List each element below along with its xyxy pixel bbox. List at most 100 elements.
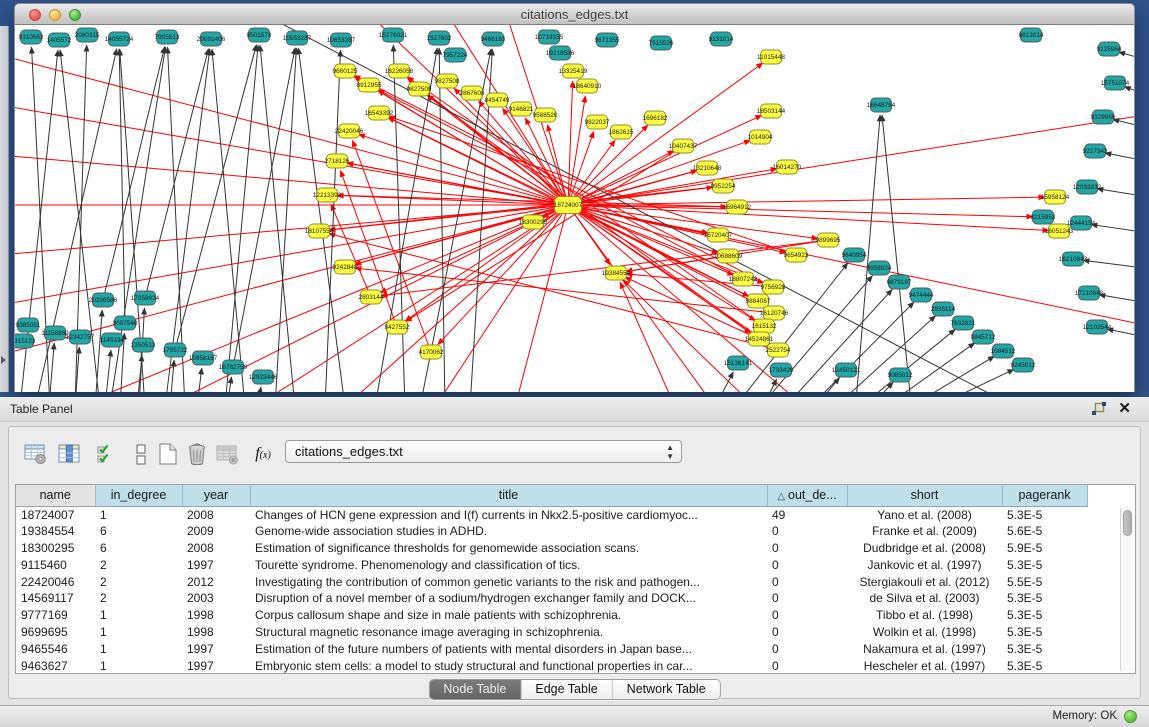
cell-out_degree[interactable]: 0 <box>767 523 847 540</box>
graph-edge[interactable] <box>568 96 585 205</box>
window-titlebar[interactable]: citations_edges.txt <box>14 3 1135 25</box>
cell-name[interactable]: 22420046 <box>16 573 95 590</box>
graph-edge[interactable] <box>337 195 568 205</box>
graph-edge[interactable] <box>860 329 955 392</box>
graph-edge[interactable] <box>275 48 296 392</box>
table-row[interactable]: 946554611997Estimation of the future num… <box>16 640 1135 657</box>
cell-name[interactable]: 9463627 <box>16 657 95 674</box>
table-row[interactable]: 1830029562008Estimation of significance … <box>16 540 1135 557</box>
cell-short[interactable]: Nakamura et al. (1997) <box>847 640 1002 657</box>
column-header-year[interactable]: year <box>182 485 250 506</box>
cell-pagerank[interactable]: 5.3E-5 <box>1002 624 1087 641</box>
table-selector-dropdown[interactable]: citations_edges.txt ▲▼ <box>285 440 682 463</box>
column-header-title[interactable]: title <box>250 485 767 506</box>
graph-edge[interactable] <box>212 49 245 392</box>
cell-title[interactable]: Embryonic stem cells: a model to study s… <box>250 657 767 674</box>
unselect-all-button[interactable] <box>127 439 155 469</box>
cell-name[interactable]: 18724007 <box>16 506 95 523</box>
graph-edge[interactable] <box>870 382 893 392</box>
cell-in_degree[interactable]: 1 <box>95 624 182 641</box>
select-all-button[interactable] <box>91 439 119 469</box>
table-row[interactable]: 911546021997Tourette syndrome. Phenomeno… <box>16 556 1135 573</box>
table-row[interactable]: 977716911998Corpus callosum shape and si… <box>16 607 1135 624</box>
graph-edge[interactable] <box>1113 119 1134 125</box>
graph-edge[interactable] <box>1124 87 1134 91</box>
graph-edge[interactable] <box>1083 260 1134 267</box>
cell-short[interactable]: Dudbridge et al. (2008) <box>847 540 1002 557</box>
graph-edge[interactable] <box>623 280 755 392</box>
cell-in_degree[interactable]: 6 <box>95 523 182 540</box>
delete-column-button[interactable] <box>183 439 211 469</box>
graph-edge[interactable] <box>935 369 1014 392</box>
table-row[interactable]: 2242004622012Investigating the contribut… <box>16 573 1135 590</box>
scrollbar-thumb[interactable] <box>1123 510 1132 536</box>
graph-edge[interactable] <box>15 205 568 305</box>
float-panel-icon[interactable] <box>1091 402 1107 417</box>
graph-edge[interactable] <box>167 47 185 392</box>
cell-pagerank[interactable]: 5.5E-5 <box>1002 573 1087 590</box>
cell-year[interactable]: 1997 <box>182 657 250 674</box>
column-header-short[interactable]: short <box>847 485 1002 506</box>
graph-edge[interactable] <box>358 134 568 205</box>
column-header-pagerank[interactable]: pagerank <box>1002 485 1087 506</box>
column-header-name[interactable]: name <box>16 485 95 506</box>
tab-edge-table[interactable]: Edge Table <box>521 680 612 699</box>
vertical-scrollbar[interactable] <box>1120 508 1133 671</box>
graph-edge[interactable] <box>1091 224 1134 231</box>
graph-edge[interactable] <box>568 205 1049 230</box>
graph-edge[interactable] <box>568 140 751 205</box>
graph-edge[interactable] <box>568 81 573 205</box>
cell-title[interactable]: Corpus callosum shape and size in male p… <box>250 607 767 624</box>
cell-out_degree[interactable]: 0 <box>767 573 847 590</box>
cell-in_degree[interactable]: 1 <box>95 607 182 624</box>
cell-in_degree[interactable]: 2 <box>95 590 182 607</box>
graph-edge[interactable] <box>354 76 773 287</box>
graph-edge[interactable] <box>105 350 111 392</box>
cell-out_degree[interactable]: 49 <box>767 506 847 523</box>
graph-edge[interactable] <box>1097 189 1134 195</box>
cell-year[interactable]: 2009 <box>182 523 250 540</box>
cell-pagerank[interactable]: 5.6E-5 <box>1002 523 1087 540</box>
cell-title[interactable]: Genome-wide association studies in ADHD. <box>250 523 767 540</box>
cell-pagerank[interactable]: 5.3E-5 <box>1002 607 1087 624</box>
table-mode-button[interactable] <box>21 439 49 469</box>
cell-short[interactable]: Wolkin et al. (1998) <box>847 624 1002 641</box>
cell-year[interactable]: 2008 <box>182 506 250 523</box>
cell-out_degree[interactable]: 0 <box>767 540 847 557</box>
cell-title[interactable]: Changes of HCN gene expression and I(f) … <box>250 506 767 523</box>
cell-pagerank[interactable]: 5.3E-5 <box>1002 556 1087 573</box>
new-column-button[interactable] <box>153 439 181 469</box>
table-row[interactable]: 1938455462009Genome-wide association stu… <box>16 523 1135 540</box>
graph-edge[interactable] <box>95 310 102 392</box>
graph-edge[interactable] <box>225 45 258 392</box>
cell-out_degree[interactable]: 0 <box>767 657 847 674</box>
cell-out_degree[interactable]: 0 <box>767 607 847 624</box>
graph-edge[interactable] <box>119 49 125 323</box>
table-row[interactable]: 1456911722003Disruption of a novel membe… <box>16 590 1135 607</box>
column-header-out_degree[interactable]: △out_de... <box>767 485 847 506</box>
graph-edge[interactable] <box>355 268 774 313</box>
cell-in_degree[interactable]: 1 <box>95 506 182 523</box>
tab-node-table[interactable]: Node Table <box>429 680 521 699</box>
cell-title[interactable]: Investigating the contribution of common… <box>250 573 767 590</box>
cell-year[interactable]: 1998 <box>182 607 250 624</box>
cell-year[interactable]: 2008 <box>182 540 250 557</box>
cell-title[interactable]: Tourette syndrome. Phenomenology and cla… <box>250 556 767 573</box>
table-row[interactable]: 969969511998Structural magnetic resonanc… <box>16 624 1135 641</box>
cell-pagerank[interactable]: 5.3E-5 <box>1002 640 1087 657</box>
tab-network-table[interactable]: Network Table <box>613 680 720 699</box>
cell-short[interactable]: Hescheler et al. (1997) <box>847 657 1002 674</box>
graph-edge[interactable] <box>1099 295 1134 301</box>
graph-edge[interactable] <box>620 282 675 392</box>
cell-name[interactable]: 19384554 <box>16 523 95 540</box>
cell-year[interactable]: 2003 <box>182 590 250 607</box>
cell-short[interactable]: Tibbo et al. (1998) <box>847 607 1002 624</box>
graph-edge[interactable] <box>393 45 405 392</box>
collapse-arrow-icon[interactable] <box>1 356 6 364</box>
cell-title[interactable]: Estimation of the future numbers of pati… <box>250 640 767 657</box>
close-panel-icon[interactable]: ✕ <box>1118 399 1131 419</box>
cell-year[interactable]: 1998 <box>182 624 250 641</box>
table-row[interactable]: 946362711997Embryonic stem cells: a mode… <box>16 657 1135 674</box>
graph-edge[interactable] <box>568 205 764 283</box>
cell-out_degree[interactable]: 0 <box>767 590 847 607</box>
